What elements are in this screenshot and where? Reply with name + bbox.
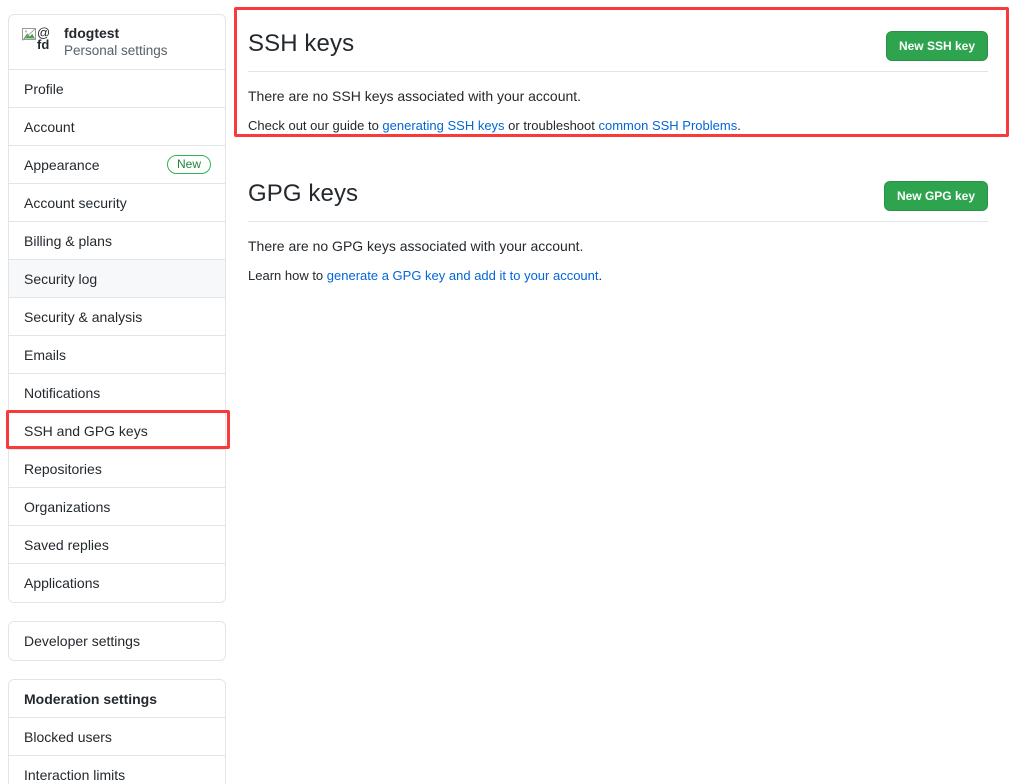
sidebar-section-moderation-settings: Moderation settings — [9, 680, 225, 718]
sidebar-item-profile[interactable]: Profile — [9, 70, 225, 108]
ssh-help-text: Check out our guide to generating SSH ke… — [248, 106, 988, 135]
gpg-help-prefix: Learn how to — [248, 268, 327, 283]
avatar-alt-text-line2: fd — [37, 37, 50, 52]
gpg-keys-header: GPG keys New GPG key — [248, 162, 988, 211]
sidebar-item-emails[interactable]: Emails — [9, 336, 225, 374]
ssh-help-middle: or troubleshoot — [504, 118, 599, 133]
sidebar-item-label: Security log — [24, 270, 98, 287]
sidebar-item-security-log[interactable]: Security log — [9, 260, 225, 298]
sidebar-item-applications[interactable]: Applications — [9, 564, 225, 602]
sidebar-item-repositories[interactable]: Repositories — [9, 450, 225, 488]
new-ssh-key-button[interactable]: New SSH key — [885, 31, 988, 61]
ssh-empty-state-text: There are no SSH keys associated with yo… — [248, 88, 582, 104]
new-badge: New — [166, 155, 211, 174]
sidebar-item-label: Saved replies — [24, 536, 109, 553]
sidebar-item-notifications[interactable]: Notifications — [9, 374, 225, 412]
ssh-keys-title: SSH keys — [248, 30, 355, 57]
generate-gpg-key-link[interactable]: generate a GPG key and add it to your ac… — [327, 268, 599, 283]
sidebar-user-block[interactable]: @ fd fdogtest Personal settings — [9, 15, 225, 70]
sidebar-item-label: Developer settings — [24, 633, 140, 649]
gpg-empty-state-text: There are no GPG keys associated with yo… — [248, 238, 584, 254]
sidebar-item-account-security[interactable]: Account security — [9, 184, 225, 222]
sidebar-item-label: Organizations — [24, 498, 111, 515]
sidebar-item-security-and-analysis[interactable]: Security & analysis — [9, 298, 225, 336]
sidebar-item-billing-and-plans[interactable]: Billing & plans — [9, 222, 225, 260]
user-login: fdogtest — [64, 25, 120, 41]
sidebar-item-blocked-users[interactable]: Blocked users — [9, 718, 225, 756]
sidebar-item-label: Emails — [24, 346, 67, 363]
avatar-broken-image-icon: @ fd — [22, 26, 56, 57]
sidebar-item-label: Repositories — [24, 460, 102, 477]
sidebar-user-text: fdogtest Personal settings — [64, 25, 168, 59]
sidebar-item-label: Appearance — [24, 156, 100, 173]
sidebar-moderation-card: Moderation settings Blocked users Intera… — [8, 679, 226, 784]
gpg-keys-section: GPG keys New GPG key There are no GPG ke… — [248, 162, 988, 285]
sidebar-item-account[interactable]: Account — [9, 108, 225, 146]
sidebar-item-label: Blocked users — [24, 728, 112, 745]
sidebar-developer-card: Developer settings — [8, 621, 226, 661]
gpg-help-suffix: . — [598, 268, 603, 283]
gpg-help-text: Learn how to generate a GPG key and add … — [248, 256, 988, 285]
sidebar-item-saved-replies[interactable]: Saved replies — [9, 526, 225, 564]
ssh-help-suffix: . — [737, 118, 741, 133]
sidebar-primary-card: @ fd fdogtest Personal settings Profile … — [8, 14, 226, 603]
sidebar-item-label: Account security — [24, 194, 127, 211]
sidebar-item-organizations[interactable]: Organizations — [9, 488, 225, 526]
sidebar-item-appearance[interactable]: Appearance New — [9, 146, 225, 184]
sidebar-item-label: Notifications — [24, 384, 101, 401]
ssh-help-prefix: Check out our guide to — [248, 118, 383, 133]
settings-page: @ fd fdogtest Personal settings Profile … — [0, 0, 1018, 784]
sidebar-item-label: Account — [24, 118, 75, 135]
ssh-keys-section: SSH keys New SSH key There are no SSH ke… — [248, 12, 988, 135]
sidebar-item-label: Applications — [24, 575, 100, 591]
sidebar-section-label: Moderation settings — [24, 690, 158, 707]
user-subtitle: Personal settings — [64, 43, 168, 58]
sidebar-item-label: SSH and GPG keys — [24, 422, 148, 439]
sidebar-item-label: Billing & plans — [24, 232, 112, 249]
sidebar-item-ssh-and-gpg-keys[interactable]: SSH and GPG keys — [9, 412, 225, 450]
settings-sidebar: @ fd fdogtest Personal settings Profile … — [8, 14, 226, 784]
sidebar-item-label: Security & analysis — [24, 308, 143, 325]
ssh-keys-header: SSH keys New SSH key — [248, 12, 988, 61]
sidebar-item-label: Interaction limits — [24, 767, 126, 783]
gpg-keys-title: GPG keys — [248, 180, 359, 207]
new-gpg-key-button[interactable]: New GPG key — [883, 181, 988, 211]
sidebar-item-label: Profile — [24, 80, 64, 97]
sidebar-item-developer-settings[interactable]: Developer settings — [9, 622, 225, 660]
sidebar-item-interaction-limits[interactable]: Interaction limits — [9, 756, 225, 784]
generating-ssh-keys-link[interactable]: generating SSH keys — [382, 118, 504, 133]
common-ssh-problems-link[interactable]: common SSH Problems — [599, 118, 738, 133]
